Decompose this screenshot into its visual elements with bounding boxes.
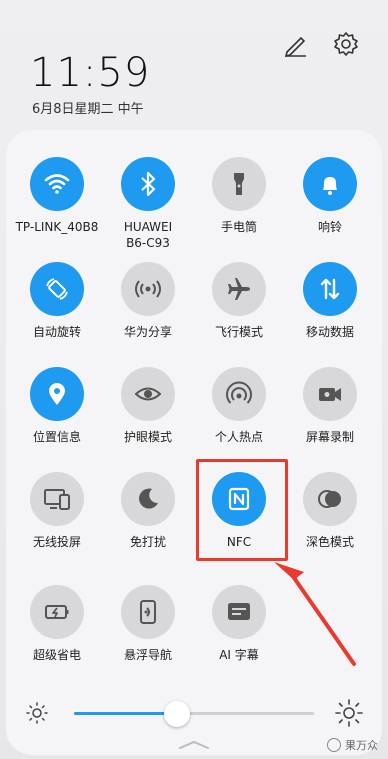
tile-airplane[interactable]: 飞行模式 [192, 262, 286, 340]
mobile-data-toggle-button[interactable] [303, 262, 357, 316]
floating-nav-toggle-button[interactable] [121, 585, 175, 639]
power-saving-icon [45, 605, 69, 619]
brightness-slider-thumb[interactable] [164, 701, 191, 727]
expand-handle-icon[interactable] [178, 740, 210, 750]
huawei-share-icon [135, 280, 161, 298]
tile-wireless-projection[interactable]: 无线投屏 [10, 472, 104, 550]
settings-gear-icon[interactable] [332, 30, 360, 58]
tile-dark-mode[interactable]: 深色模式 [283, 472, 377, 550]
mobile-data-label: 移动数据 [305, 325, 354, 339]
brightness-slider-fill [74, 712, 178, 715]
brightness-row [24, 695, 364, 731]
bell-icon [323, 177, 337, 195]
power-saving-toggle-button[interactable] [30, 585, 84, 639]
tile-floating-nav[interactable]: 悬浮导航 [101, 585, 195, 663]
screen-record-label: 屏幕录制 [305, 430, 354, 444]
tile-flashlight[interactable]: 手电筒 [192, 157, 286, 235]
tile-do-not-disturb[interactable]: 免打扰 [101, 472, 195, 550]
bluetooth-icon [141, 171, 156, 197]
brightness-high-icon [335, 699, 363, 727]
mobile-data-icon [320, 278, 340, 300]
top-actions [282, 30, 360, 58]
hotspot-toggle-button[interactable] [212, 367, 266, 421]
screen-record-toggle-button[interactable] [303, 367, 357, 421]
wireless-projection-icon [44, 489, 70, 510]
auto-rotate-label: 自动旋转 [32, 325, 81, 339]
wifi-toggle-button[interactable] [30, 157, 84, 211]
airplane-toggle-button[interactable] [212, 262, 266, 316]
edit-icon[interactable] [282, 30, 310, 58]
bell-label: 响铃 [317, 220, 342, 234]
tile-location[interactable]: 位置信息 [10, 367, 104, 445]
floating-nav-label: 悬浮导航 [123, 648, 172, 662]
clock-date: 6月8日星期二 中午 [32, 102, 144, 117]
nfc-highlight-box [196, 459, 288, 561]
tile-bell[interactable]: 响铃 [283, 157, 377, 235]
wifi-icon [44, 174, 70, 194]
tile-mobile-data[interactable]: 移动数据 [283, 262, 377, 340]
power-saving-label: 超级省电 [32, 648, 81, 662]
do-not-disturb-toggle-button[interactable] [121, 472, 175, 526]
bell-toggle-button[interactable] [303, 157, 357, 211]
bluetooth-label: HUAWEI B6-C93 [123, 220, 173, 250]
huawei-share-label: 华为分享 [123, 325, 172, 339]
hotspot-icon [226, 381, 252, 404]
tile-auto-rotate[interactable]: 自动旋转 [10, 262, 104, 340]
airplane-icon [228, 278, 250, 300]
brightness-low-icon [26, 702, 48, 724]
flashlight-label: 手电筒 [220, 220, 257, 234]
tile-huawei-share[interactable]: 华为分享 [101, 262, 195, 340]
brightness-slider[interactable] [74, 701, 314, 727]
hotspot-label: 个人热点 [214, 430, 263, 444]
tile-bluetooth[interactable]: HUAWEI B6-C93 [101, 157, 195, 251]
dark-mode-toggle-button[interactable] [303, 472, 357, 526]
screen-record-icon [319, 388, 341, 401]
tile-power-saving[interactable]: 超级省电 [10, 585, 104, 663]
wifi-label: TP-LINK_40B8 [15, 220, 99, 234]
auto-rotate-icon [46, 278, 68, 300]
ai-subtitle-icon [228, 603, 250, 620]
flashlight-icon [234, 173, 244, 195]
wireless-projection-toggle-button[interactable] [30, 472, 84, 526]
tile-screen-record[interactable]: 屏幕录制 [283, 367, 377, 445]
wireless-projection-label: 无线投屏 [32, 535, 81, 549]
location-label: 位置信息 [32, 430, 81, 444]
location-toggle-button[interactable] [30, 367, 84, 421]
clock-time: 11:59 [30, 50, 151, 96]
red-arrow-annotation [274, 562, 356, 666]
tile-eye[interactable]: 护眼模式 [101, 367, 195, 445]
tile-hotspot[interactable]: 个人热点 [192, 367, 286, 445]
watermark-text: 果万众 [345, 739, 378, 752]
dark-mode-label: 深色模式 [305, 535, 354, 549]
location-icon [49, 383, 65, 405]
eye-label: 护眼模式 [123, 430, 172, 444]
eye-toggle-button[interactable] [121, 367, 175, 421]
tile-wifi[interactable]: TP-LINK_40B8 [10, 157, 104, 235]
eye-icon [134, 387, 162, 401]
bluetooth-toggle-button[interactable] [121, 157, 175, 211]
watermark-logo-icon [327, 738, 341, 752]
dark-mode-icon [318, 490, 341, 508]
auto-rotate-toggle-button[interactable] [30, 262, 84, 316]
floating-nav-icon [140, 600, 156, 624]
airplane-label: 飞行模式 [214, 325, 263, 339]
control-center: 11:59 6月8日星期二 中午 TP-LINK_40B8 HUAWEI B6-C… [0, 0, 388, 759]
huawei-share-toggle-button[interactable] [121, 262, 175, 316]
flashlight-toggle-button[interactable] [212, 157, 266, 211]
ai-subtitle-toggle-button[interactable] [212, 585, 266, 639]
do-not-disturb-label: 免打扰 [129, 535, 166, 549]
watermark: 果万众 [327, 737, 378, 753]
do-not-disturb-icon [139, 488, 158, 509]
